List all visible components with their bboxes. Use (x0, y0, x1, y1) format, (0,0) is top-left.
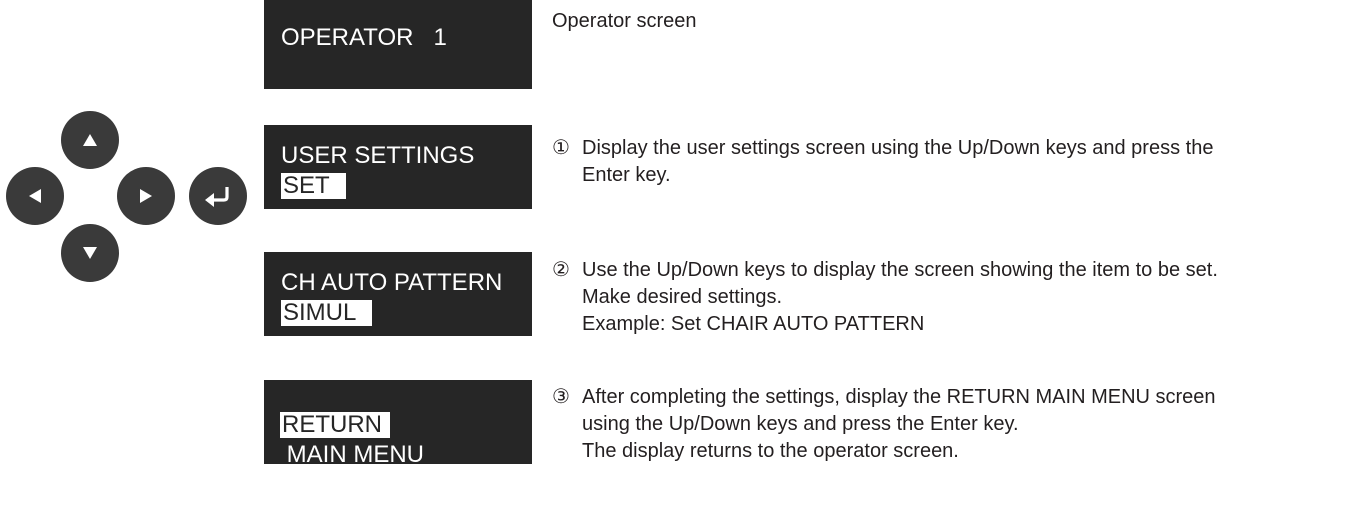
step-marker: ③ (552, 386, 570, 408)
lcd-inverted-selection: SIMUL (281, 300, 373, 326)
up-arrow-icon (83, 134, 97, 146)
right-arrow-icon (140, 189, 152, 203)
lcd-operator-screen: OPERATOR 1 (264, 0, 532, 89)
lcd-ch-auto-pattern-screen: CH AUTO PATTERN SIMUL (264, 252, 532, 336)
lcd-line1: OPERATOR 1 (281, 24, 447, 51)
lcd-line1: CH AUTO PATTERN (281, 269, 503, 296)
enter-key[interactable] (189, 167, 247, 225)
step-marker: ① (552, 137, 570, 159)
description-line: Enter key. (582, 164, 671, 186)
description-line: The display returns to the operator scre… (582, 440, 959, 462)
lcd-inverted-selection: SET (281, 173, 346, 199)
down-key[interactable] (61, 224, 119, 282)
description-line: Example: Set CHAIR AUTO PATTERN (582, 313, 925, 335)
lcd-line2-text: MAIN MENU (280, 441, 424, 468)
lcd-user-settings-screen: USER SETTINGS SET (264, 125, 532, 209)
left-arrow-icon (29, 189, 41, 203)
description-line: Operator screen (552, 10, 697, 32)
left-key[interactable] (6, 167, 64, 225)
description-step-3: ③ After completing the settings, display … (552, 384, 1367, 465)
description-line: After completing the settings, display t… (582, 386, 1216, 408)
description-step-2: ② Use the Up/Down keys to display the scr… (552, 257, 1367, 338)
description-operator: Operator screen (552, 8, 1367, 35)
up-key[interactable] (61, 111, 119, 169)
description-line: Use the Up/Down keys to display the scre… (582, 259, 1218, 281)
description-line: Display the user settings screen using t… (582, 137, 1214, 159)
description-line: Make desired settings. (582, 286, 783, 308)
description-step-1: ① Display the user settings screen using … (552, 135, 1367, 189)
step-marker: ② (552, 259, 570, 281)
lcd-line1: USER SETTINGS (281, 142, 475, 169)
right-key[interactable] (117, 167, 175, 225)
down-arrow-icon (83, 247, 97, 259)
lcd-inverted-selection: RETURN (280, 412, 390, 438)
enter-icon (205, 187, 229, 207)
lcd-return-main-menu-screen: RETURN MAIN MENU (264, 380, 532, 468)
description-line: using the Up/Down keys and press the Ent… (582, 413, 1019, 435)
